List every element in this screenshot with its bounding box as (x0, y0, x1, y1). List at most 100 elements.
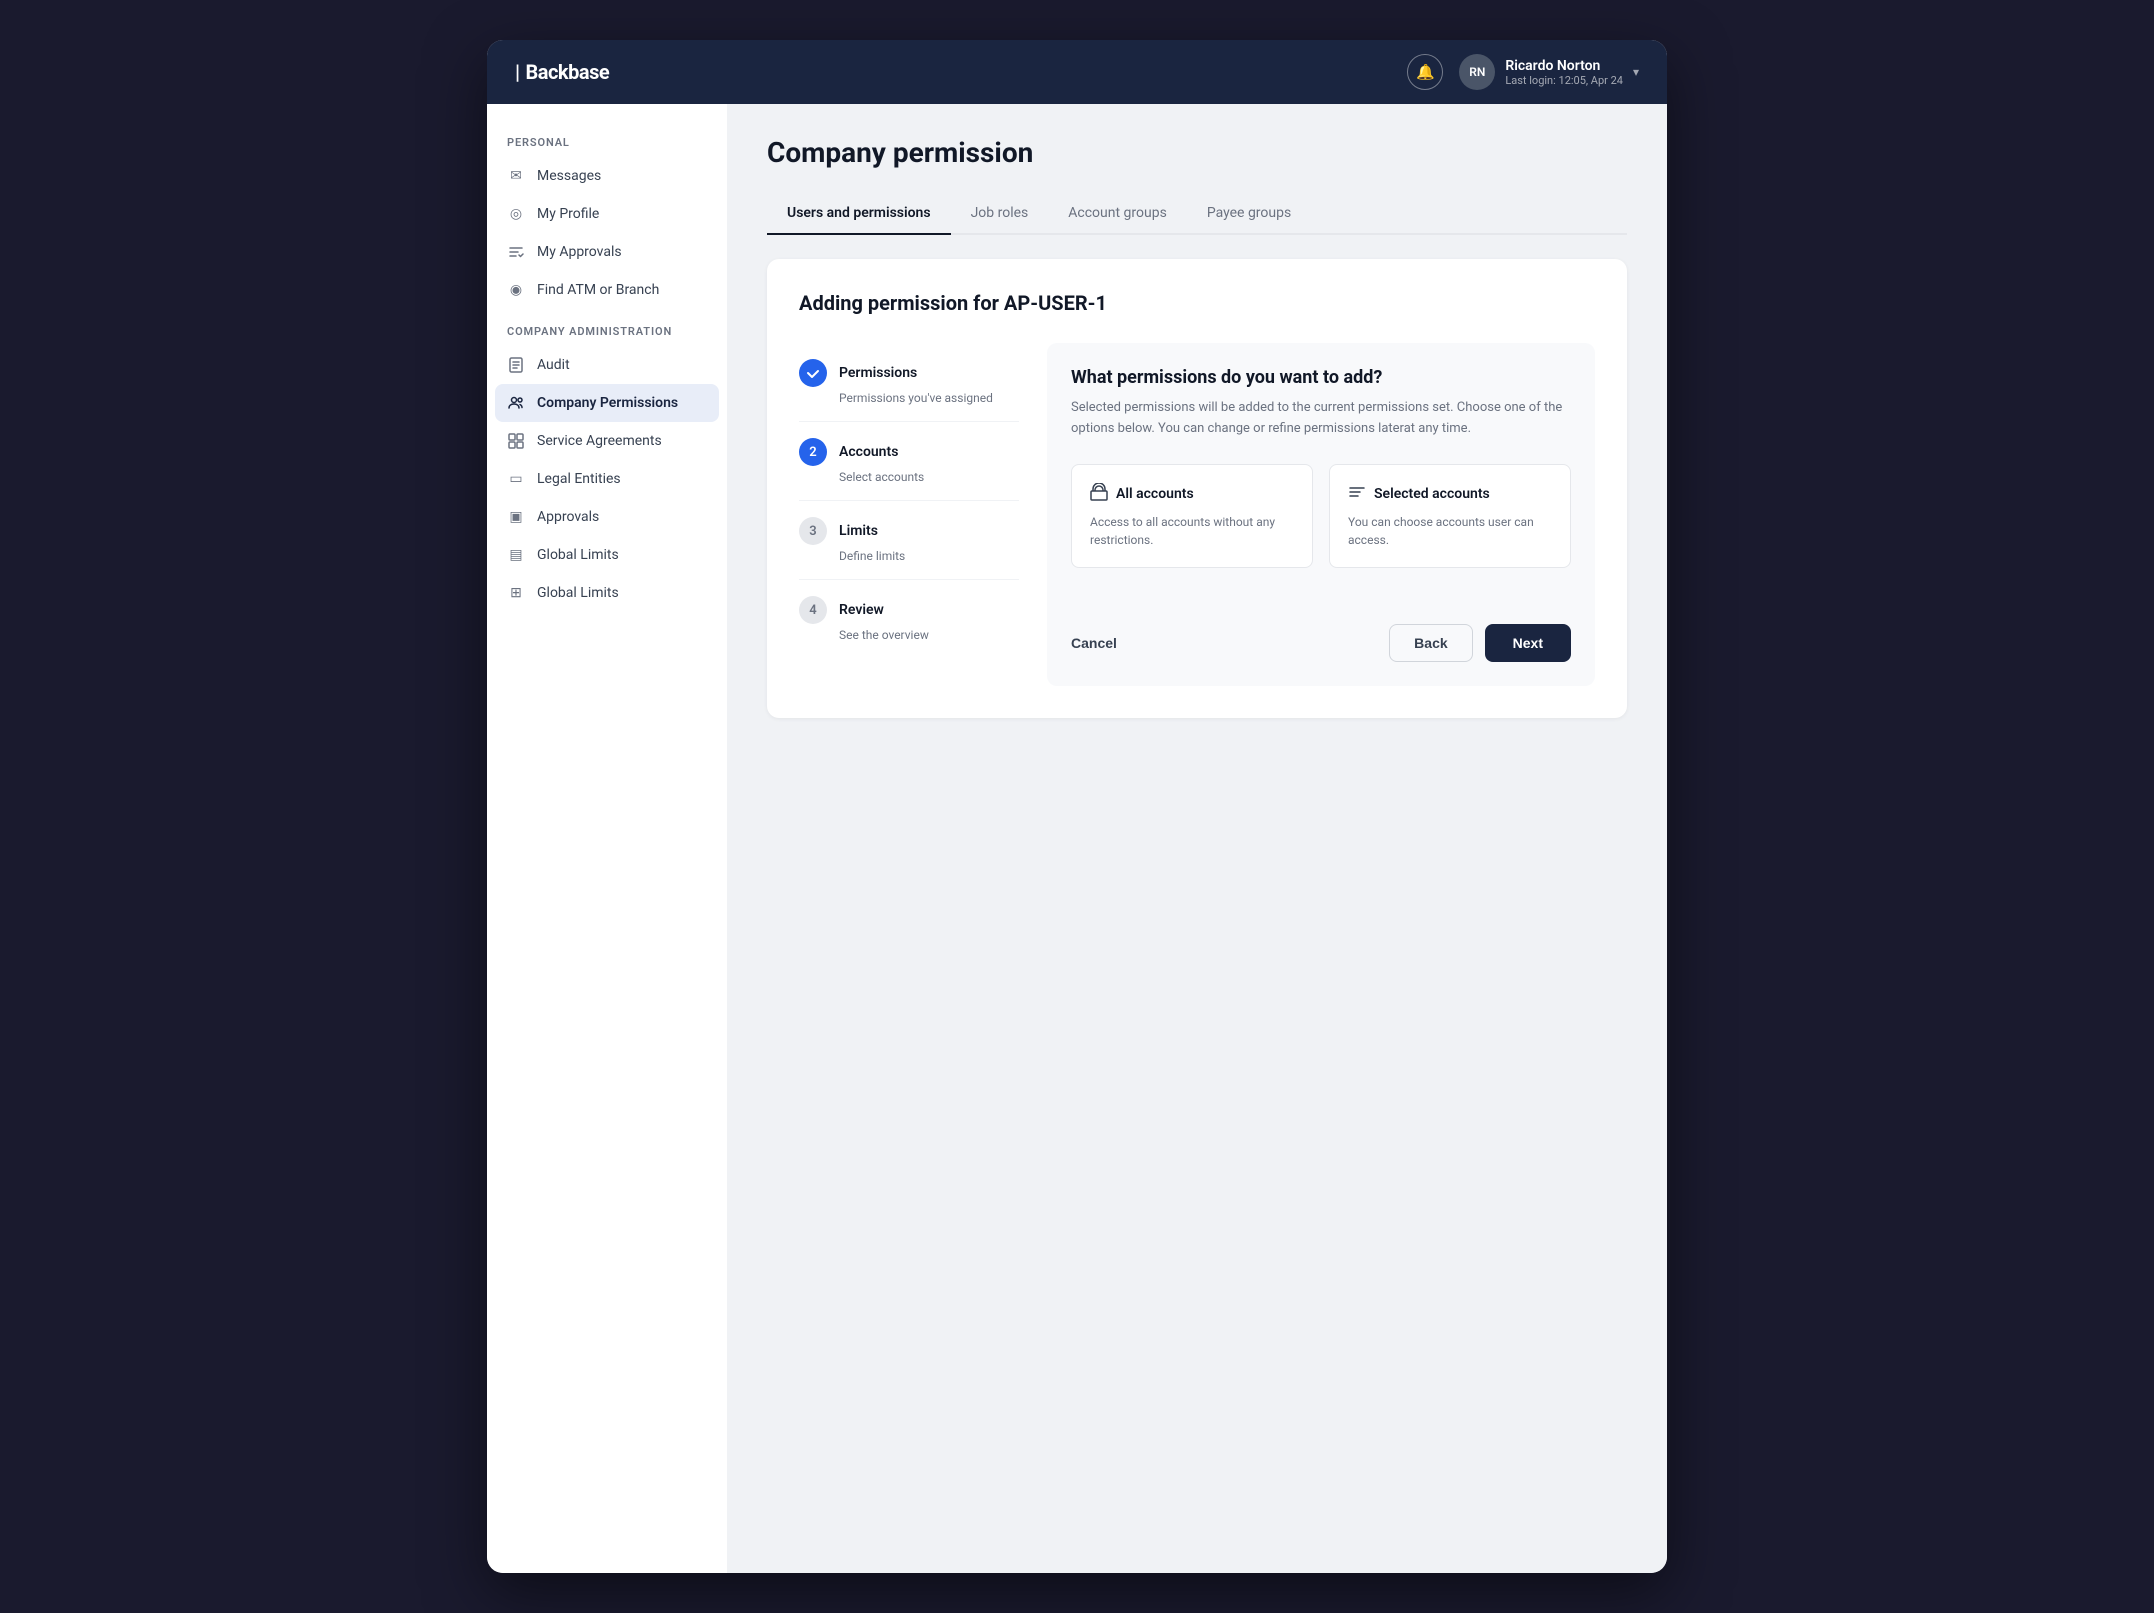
step-review-number: 4 (799, 596, 827, 624)
wizard-card-title: Adding permission for AP-USER-1 (799, 291, 1595, 315)
option-selected-accounts-header: Selected accounts (1348, 483, 1552, 505)
step-permissions: Permissions Permissions you've assigned (799, 343, 1019, 422)
step-review-sublabel: See the overview (799, 628, 1019, 642)
approvals-personal-icon (507, 243, 525, 261)
wizard-footer: Cancel Back Next (1071, 608, 1571, 662)
sidebar-label-atm: Find ATM or Branch (537, 282, 659, 298)
back-button[interactable]: Back (1389, 624, 1472, 662)
all-accounts-title: All accounts (1116, 486, 1194, 502)
selected-accounts-icon (1348, 483, 1366, 505)
tab-payee-groups[interactable]: Payee groups (1187, 193, 1311, 235)
selected-accounts-desc: You can choose accounts user can access. (1348, 513, 1552, 549)
step-limits-label: Limits (839, 523, 878, 539)
company-permissions-icon (507, 394, 525, 412)
personal-section-label: PERSONAL (487, 136, 727, 157)
audit-icon (507, 356, 525, 374)
user-menu[interactable]: RN Ricardo Norton Last login: 12:05, Apr… (1459, 54, 1639, 90)
wizard-content-panel: What permissions do you want to add? Sel… (1047, 343, 1595, 686)
user-name: Ricardo Norton (1505, 58, 1623, 74)
sidebar-item-global-limits-2[interactable]: ⊞ Global Limits (487, 574, 727, 612)
wizard-question: What permissions do you want to add? (1071, 367, 1571, 388)
step-limits-header: 3 Limits (799, 517, 1019, 545)
tab-job-roles[interactable]: Job roles (951, 193, 1049, 235)
sidebar-label-approvals-company: Approvals (537, 509, 599, 525)
next-button[interactable]: Next (1485, 624, 1571, 662)
step-permissions-label: Permissions (839, 365, 917, 381)
wizard-description: Selected permissions will be added to th… (1071, 398, 1571, 440)
tab-account-groups[interactable]: Account groups (1048, 193, 1187, 235)
step-permissions-header: Permissions (799, 359, 1019, 387)
selected-accounts-title: Selected accounts (1374, 486, 1490, 502)
sidebar: PERSONAL ✉ Messages ◎ My Profile My Appr… (487, 104, 727, 1573)
profile-icon: ◎ (507, 205, 525, 223)
sidebar-label-global-limits-1: Global Limits (537, 547, 619, 563)
option-cards: All accounts Access to all accounts with… (1071, 464, 1571, 568)
wizard-card: Adding permission for AP-USER-1 (767, 259, 1627, 718)
step-review-header: 4 Review (799, 596, 1019, 624)
sidebar-item-messages[interactable]: ✉ Messages (487, 157, 727, 195)
step-review: 4 Review See the overview (799, 580, 1019, 658)
approvals-icon: ▣ (507, 508, 525, 526)
step-limits-sublabel: Define limits (799, 549, 1019, 563)
sidebar-item-audit[interactable]: Audit (487, 346, 727, 384)
sidebar-label-approvals: My Approvals (537, 244, 622, 260)
all-accounts-icon (1090, 483, 1108, 505)
sidebar-item-legal-entities[interactable]: ▭ Legal Entities (487, 460, 727, 498)
tabs-nav: Users and permissions Job roles Account … (767, 193, 1627, 235)
global-limits-1-icon: ▤ (507, 546, 525, 564)
step-permissions-sublabel: Permissions you've assigned (799, 391, 1019, 405)
sidebar-item-service-agreements[interactable]: Service Agreements (487, 422, 727, 460)
header: | Backbase 🔔 RN Ricardo Norton Last logi… (487, 40, 1667, 104)
cancel-button[interactable]: Cancel (1071, 625, 1117, 661)
sidebar-label-legal-entities: Legal Entities (537, 471, 621, 487)
messages-icon: ✉ (507, 167, 525, 185)
sidebar-label-messages: Messages (537, 168, 601, 184)
global-limits-2-icon: ⊞ (507, 584, 525, 602)
sidebar-label-global-limits-2: Global Limits (537, 585, 619, 601)
main-layout: PERSONAL ✉ Messages ◎ My Profile My Appr… (487, 104, 1667, 1573)
footer-right: Back Next (1389, 624, 1571, 662)
logo: | Backbase (515, 60, 609, 84)
bell-icon: 🔔 (1416, 63, 1435, 81)
sidebar-item-company-permissions[interactable]: Company Permissions (495, 384, 719, 422)
option-all-accounts[interactable]: All accounts Access to all accounts with… (1071, 464, 1313, 568)
step-accounts-header: 2 Accounts (799, 438, 1019, 466)
main-content: Company permission Users and permissions… (727, 104, 1667, 1573)
avatar: RN (1459, 54, 1495, 90)
wizard-layout: Permissions Permissions you've assigned … (799, 343, 1595, 686)
option-all-accounts-header: All accounts (1090, 483, 1294, 505)
sidebar-label-service-agreements: Service Agreements (537, 433, 662, 449)
location-icon: ◉ (507, 281, 525, 299)
step-accounts-number: 2 (799, 438, 827, 466)
step-limits: 3 Limits Define limits (799, 501, 1019, 580)
step-accounts: 2 Accounts Select accounts (799, 422, 1019, 501)
company-section-label: COMPANY ADMINISTRATION (487, 325, 727, 346)
app-window: | Backbase 🔔 RN Ricardo Norton Last logi… (487, 40, 1667, 1573)
user-login: Last login: 12:05, Apr 24 (1505, 74, 1623, 87)
logo-text: Backbase (526, 60, 610, 84)
tab-users-permissions[interactable]: Users and permissions (767, 193, 951, 235)
user-text: Ricardo Norton Last login: 12:05, Apr 24 (1505, 58, 1623, 87)
all-accounts-desc: Access to all accounts without any restr… (1090, 513, 1294, 549)
sidebar-item-find-atm[interactable]: ◉ Find ATM or Branch (487, 271, 727, 309)
sidebar-label-audit: Audit (537, 357, 570, 373)
step-limits-number: 3 (799, 517, 827, 545)
step-review-label: Review (839, 602, 884, 618)
sidebar-item-global-limits-1[interactable]: ▤ Global Limits (487, 536, 727, 574)
bell-button[interactable]: 🔔 (1407, 54, 1443, 90)
sidebar-item-my-profile[interactable]: ◎ My Profile (487, 195, 727, 233)
header-right: 🔔 RN Ricardo Norton Last login: 12:05, A… (1407, 54, 1639, 90)
sidebar-label-company-permissions: Company Permissions (537, 395, 678, 411)
chevron-down-icon: ▾ (1633, 65, 1639, 79)
sidebar-item-approvals[interactable]: ▣ Approvals (487, 498, 727, 536)
sidebar-label-profile: My Profile (537, 206, 599, 222)
step-permissions-number (799, 359, 827, 387)
service-agreements-icon (507, 432, 525, 450)
page-title: Company permission (767, 136, 1627, 169)
option-selected-accounts[interactable]: Selected accounts You can choose account… (1329, 464, 1571, 568)
logo-bracket: | (515, 60, 520, 84)
step-accounts-sublabel: Select accounts (799, 470, 1019, 484)
step-accounts-label: Accounts (839, 444, 898, 460)
sidebar-item-my-approvals[interactable]: My Approvals (487, 233, 727, 271)
legal-entities-icon: ▭ (507, 470, 525, 488)
